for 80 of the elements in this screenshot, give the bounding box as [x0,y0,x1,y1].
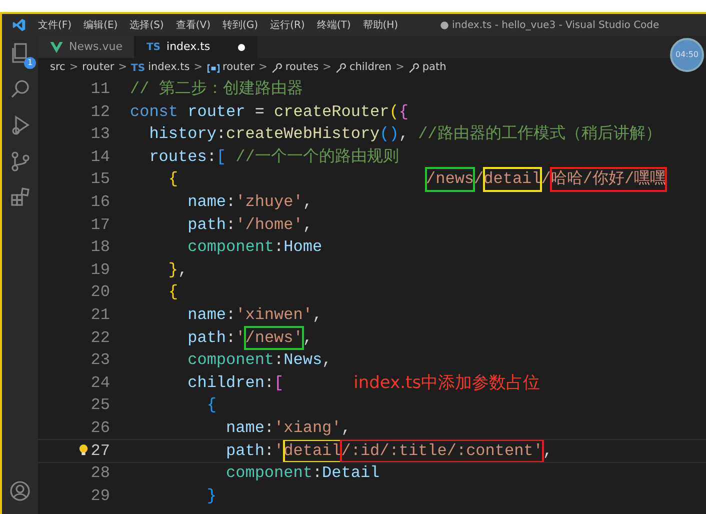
line-number: 12 [90,102,110,123]
line-number: 29 [90,486,110,507]
wrench-icon [271,62,282,74]
code-line: const router = createRouter({ [129,102,408,123]
menu-item[interactable]: 编辑(E) [78,18,124,32]
breadcrumb-separator: > [322,60,332,76]
menu-item[interactable]: 查看(V) [170,18,216,32]
code-line: path:'detail/:id/:title/:content', [110,440,552,462]
code-line: children:[ [186,372,284,394]
code-line: path:'/home', [186,214,312,236]
line-number: 27 [90,440,110,462]
code-line: name:'zhuye', [186,192,312,213]
breadcrumb-item[interactable]: routes [271,60,319,76]
annotation-note: index.ts中添加参数占位 [354,372,540,394]
lightbulb-icon[interactable] [78,444,89,456]
code-line: name:'xinwen', [186,304,322,326]
menu-item[interactable]: 选择(S) [124,18,170,32]
menu-item[interactable]: 帮助(H) [356,18,404,32]
code-line: routes:[ //一个一个的路由规则 [148,146,399,168]
wrench-icon [335,62,346,74]
ts-file-icon: TS [146,40,161,54]
line-number: 17 [90,214,110,236]
code-line: }, [167,260,188,281]
line-number: 15 [90,169,110,190]
line-number: 11 [90,79,110,100]
vue-file-icon [50,42,63,52]
breadcrumb-item[interactable]: path [408,60,446,76]
line-number: 19 [90,260,110,281]
line-number: 24 [90,372,110,394]
run-debug-icon[interactable] [9,114,31,136]
breadcrumb-separator: > [194,60,203,76]
breadcrumb-item[interactable]: children [335,60,392,76]
menu-item[interactable]: 文件(F) [32,18,78,32]
code-line: history:createWebHistory(), //路由器的工作模式（稍后讲解） [148,124,662,146]
line-number: 28 [90,463,110,484]
line-number: 20 [90,282,110,304]
breadcrumb-item[interactable]: router [82,60,114,76]
extensions-icon[interactable] [9,186,31,208]
line-number: 18 [90,237,110,258]
line-number: 16 [90,192,110,213]
search-icon[interactable] [9,78,31,100]
line-number: 22 [90,328,110,349]
breadcrumb-separator: > [258,60,268,76]
line-number: 23 [90,350,110,372]
breadcrumb-item[interactable]: router [206,60,255,76]
breadcrumb-item[interactable]: TS index.ts [131,60,190,76]
line-number: 14 [90,146,110,168]
code-line: } [206,486,216,507]
code-line: component:Home [186,237,322,258]
account-icon[interactable] [9,480,31,502]
url-annotation: /news/detail/哈哈/你好/嘿嘿 [426,168,666,191]
code-line: path:'/news', [110,326,312,350]
menu-item[interactable]: 运行(R) [264,18,311,32]
source-control-icon[interactable] [9,150,31,172]
line-number: 26 [90,418,110,439]
code-line: // 第二步：创建路由器 [129,78,303,100]
code-line: component:Detail [225,463,380,484]
code-line: { [167,169,178,190]
editor-tab[interactable]: TS index.ts [134,36,258,58]
line-number: 13 [90,124,110,146]
code-line: { [167,282,178,304]
window-title: ● index.ts - hello_vue3 - Visual Studio Code [440,18,660,32]
editor-tab[interactable]: News.vue [38,36,134,58]
line-number: 21 [90,304,110,326]
code-line: component:News, [186,350,332,372]
breadcrumb-separator: > [396,60,404,76]
breadcrumb-separator: > [69,60,78,76]
breadcrumb-separator: > [118,60,128,76]
notification-badge: 1 [24,57,36,69]
menu-item[interactable]: 转到(G) [216,18,264,32]
breadcrumb-item[interactable]: src [50,60,66,76]
code-line: name:'xiang', [225,418,351,439]
clock-widget: 04:50 [670,38,704,72]
menu-item[interactable]: 终端(T) [310,18,357,32]
app-logo-icon [12,18,26,32]
code-line: { [206,395,216,416]
modified-dot-icon [238,44,246,50]
line-number: 25 [90,395,110,416]
wrench-icon [408,62,420,74]
variable-icon [206,64,220,72]
